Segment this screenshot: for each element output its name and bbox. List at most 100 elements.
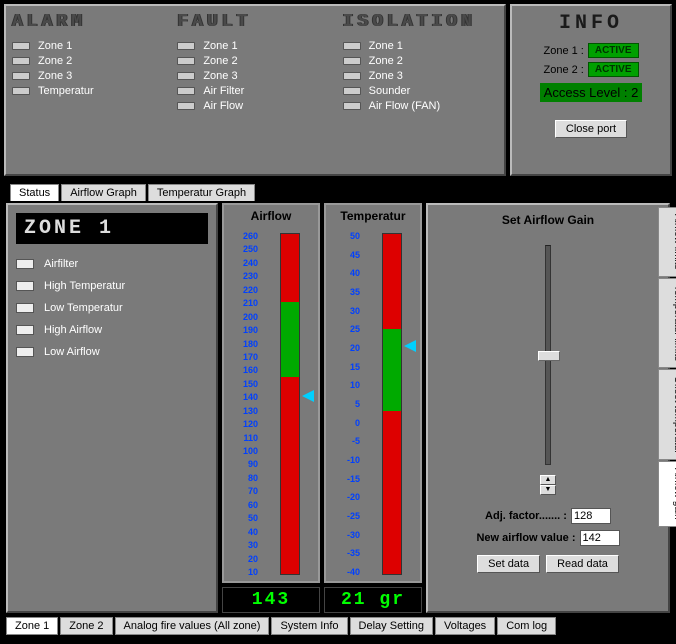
zone-status-item: Airfilter <box>16 258 208 270</box>
new-airflow-input[interactable] <box>580 530 620 546</box>
side-tab-airflow-gain[interactable]: Airflow gain <box>658 461 676 527</box>
fault-item: Zone 3 <box>177 70 332 82</box>
tab-com-log[interactable]: Com log <box>497 617 556 635</box>
isolation-item: Zone 2 <box>343 55 498 67</box>
alarm-column: ALARM Zone 1 Zone 2 Zone 3 Temperatur <box>12 12 167 168</box>
new-airflow-row: New airflow value : <box>436 530 660 546</box>
side-tab-airflow-limits[interactable]: Airflow limits <box>658 207 676 277</box>
airflow-bar <box>280 233 300 575</box>
isolation-label: Zone 3 <box>369 70 403 82</box>
info-zone-row: Zone 1 :ACTIVE <box>543 43 638 58</box>
led-icon <box>16 303 34 313</box>
zone-status-item: Low Temperatur <box>16 302 208 314</box>
temperature-scale: 50454035302520151050-5-10-15-20-25-30-35… <box>330 231 360 577</box>
adj-factor-label: Adj. factor....... : <box>485 510 567 522</box>
gain-title: Set Airflow Gain <box>502 213 594 227</box>
airflow-gain-panel: Set Airflow Gain ▲ ▼ Adj. factor....... … <box>426 203 670 613</box>
adj-factor-row: Adj. factor....... : <box>436 508 660 524</box>
tab-status[interactable]: Status <box>10 184 59 201</box>
airflow-gauge-title: Airflow <box>222 203 320 227</box>
fault-label: Air Filter <box>203 85 244 97</box>
alarm-item: Zone 1 <box>12 40 167 52</box>
top-tabs: Status Airflow Graph Temperatur Graph <box>10 184 676 201</box>
fault-item: Zone 2 <box>177 55 332 67</box>
tab-system-info[interactable]: System Info <box>271 617 347 635</box>
side-tab-temperature-limits[interactable]: Temperatur limits <box>658 278 676 368</box>
side-tabs: Airflow limits Temperatur limits Offset … <box>658 207 676 528</box>
pointer-icon <box>302 390 314 402</box>
alarm-item: Zone 2 <box>12 55 167 67</box>
info-zone-label: Zone 2 : <box>543 64 583 76</box>
alarm-item: Zone 3 <box>12 70 167 82</box>
zone-status-item: Low Airflow <box>16 346 208 358</box>
info-zone-row: Zone 2 :ACTIVE <box>543 62 638 77</box>
zone-status-label: Airfilter <box>44 258 78 270</box>
tab-temperature-graph[interactable]: Temperatur Graph <box>148 184 255 201</box>
pointer-icon <box>404 340 416 352</box>
fault-column: FAULT Zone 1 Zone 2 Zone 3 Air Filter Ai… <box>177 12 332 168</box>
led-icon <box>177 72 195 80</box>
fault-title: FAULT <box>177 12 332 32</box>
gain-slider[interactable] <box>545 245 551 465</box>
info-panel: INFO Zone 1 :ACTIVE Zone 2 :ACTIVE Acces… <box>510 4 672 176</box>
set-data-button[interactable]: Set data <box>477 555 540 573</box>
led-icon <box>12 87 30 95</box>
fault-label: Air Flow <box>203 100 243 112</box>
spinner-up-button[interactable]: ▲ <box>540 475 556 485</box>
airflow-gauge: Airflow 26025024023022021020019018017016… <box>222 203 320 613</box>
zone-title: ZONE 1 <box>16 213 208 244</box>
temperature-readout: 21 gr <box>324 587 422 613</box>
fault-item: Air Filter <box>177 85 332 97</box>
zone-status-panel: ZONE 1 Airfilter High Temperatur Low Tem… <box>6 203 218 613</box>
info-title: INFO <box>559 12 623 35</box>
isolation-item: Zone 1 <box>343 40 498 52</box>
zone-status-item: High Airflow <box>16 324 208 336</box>
led-icon <box>343 102 361 110</box>
led-icon <box>12 57 30 65</box>
isolation-column: ISOLATION Zone 1 Zone 2 Zone 3 Sounder A… <box>343 12 498 168</box>
alarm-title: ALARM <box>12 12 167 32</box>
zone-status-label: High Temperatur <box>44 280 125 292</box>
led-icon <box>177 57 195 65</box>
access-level: Access Level : 2 <box>540 83 643 102</box>
isolation-title: ISOLATION <box>343 12 498 32</box>
isolation-label: Air Flow (FAN) <box>369 100 441 112</box>
isolation-item: Air Flow (FAN) <box>343 100 498 112</box>
new-airflow-label: New airflow value : <box>476 532 575 544</box>
airflow-gauge-body: 2602502402302202102001901801701601501401… <box>222 227 320 583</box>
alarm-label: Zone 2 <box>38 55 72 67</box>
fault-label: Zone 1 <box>203 40 237 52</box>
tab-zone1[interactable]: Zone 1 <box>6 617 58 635</box>
close-port-button[interactable]: Close port <box>555 120 627 138</box>
isolation-item: Sounder <box>343 85 498 97</box>
active-badge: ACTIVE <box>588 43 639 58</box>
read-data-button[interactable]: Read data <box>546 555 619 573</box>
airflow-readout: 143 <box>222 587 320 613</box>
slider-thumb-icon[interactable] <box>538 351 560 361</box>
tab-airflow-graph[interactable]: Airflow Graph <box>61 184 146 201</box>
fault-item: Zone 1 <box>177 40 332 52</box>
gain-spinner: ▲ ▼ <box>540 475 556 495</box>
spinner-down-button[interactable]: ▼ <box>540 485 556 495</box>
zone-status-label: High Airflow <box>44 324 102 336</box>
zone-status-label: Low Temperatur <box>44 302 123 314</box>
fault-item: Air Flow <box>177 100 332 112</box>
led-icon <box>12 42 30 50</box>
adj-factor-input[interactable] <box>571 508 611 524</box>
tab-analog-fire[interactable]: Analog fire values (All zone) <box>115 617 270 635</box>
bottom-tabs: Zone 1 Zone 2 Analog fire values (All zo… <box>6 617 676 635</box>
fault-label: Zone 2 <box>203 55 237 67</box>
led-icon <box>177 87 195 95</box>
tab-zone2[interactable]: Zone 2 <box>60 617 112 635</box>
tab-delay-setting[interactable]: Delay Setting <box>350 617 433 635</box>
led-icon <box>343 72 361 80</box>
temperature-bar <box>382 233 402 575</box>
zone-status-item: High Temperatur <box>16 280 208 292</box>
side-tab-offset-temperature[interactable]: Offset temperatur <box>658 369 676 461</box>
led-icon <box>343 57 361 65</box>
alarm-label: Temperatur <box>38 85 94 97</box>
zone-status-label: Low Airflow <box>44 346 100 358</box>
tab-voltages[interactable]: Voltages <box>435 617 495 635</box>
isolation-label: Zone 2 <box>369 55 403 67</box>
temperature-gauge-body: 50454035302520151050-5-10-15-20-25-30-35… <box>324 227 422 583</box>
